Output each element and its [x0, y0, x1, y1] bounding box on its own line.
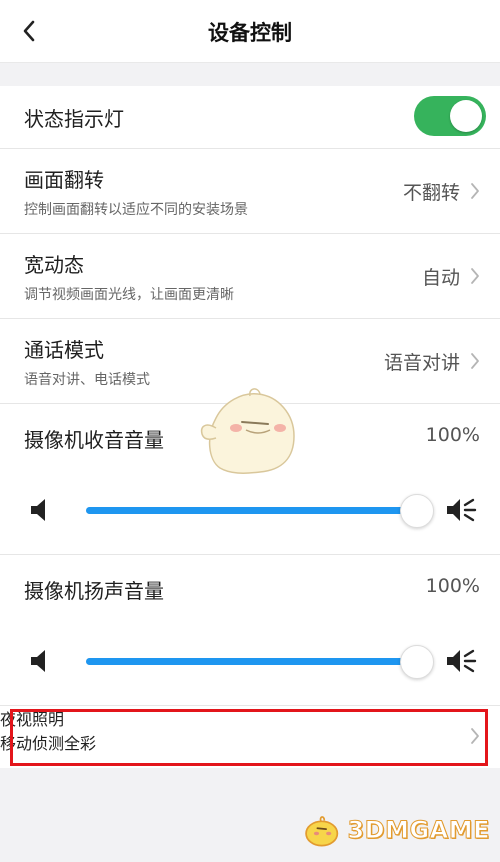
night-vision-value: 移动侦测全彩 — [0, 734, 97, 753]
status-light-row: 状态指示灯 — [0, 86, 500, 149]
speaker-high-icon — [447, 649, 477, 673]
mic-volume-label: 摄像机收音音量 — [24, 428, 164, 452]
wdr-row[interactable]: 宽动态 调节视频画面光线，让画面更清晰 自动 — [0, 234, 500, 319]
speaker-high-icon — [447, 498, 477, 522]
call-mode-label: 通话模式 — [24, 338, 104, 362]
toggle-knob — [450, 100, 482, 132]
chevron-right-icon — [471, 353, 479, 369]
mascot-icon — [200, 388, 295, 474]
call-mode-description: 语音对讲、电话模式 — [24, 372, 150, 388]
night-vision-label: 夜视照明 — [0, 710, 65, 729]
speaker-volume-value: 100% — [425, 575, 480, 597]
wdr-value: 自动 — [421, 267, 460, 289]
wdr-label: 宽动态 — [24, 253, 84, 277]
chevron-right-icon — [471, 268, 479, 284]
speaker-low-icon — [31, 499, 45, 521]
slider-thumb[interactable] — [400, 645, 434, 679]
speaker-volume-row: 摄像机扬声音量 100% — [0, 555, 500, 706]
status-light-label: 状态指示灯 — [24, 107, 124, 131]
call-mode-value: 语音对讲 — [383, 352, 460, 374]
mic-volume-slider[interactable] — [86, 494, 434, 528]
speaker-low-icon — [31, 650, 45, 672]
watermark-logo-icon — [305, 816, 339, 847]
mic-volume-value: 100% — [425, 424, 480, 446]
flip-description: 控制画面翻转以适应不同的安装场景 — [24, 202, 248, 218]
chevron-right-icon — [471, 728, 479, 744]
flip-value: 不翻转 — [402, 182, 460, 204]
slider-thumb[interactable] — [400, 494, 434, 528]
flip-label: 画面翻转 — [24, 168, 104, 192]
slider-fill — [86, 658, 416, 665]
speaker-volume-label: 摄像机扬声音量 — [24, 579, 164, 603]
status-light-toggle[interactable] — [414, 96, 486, 136]
flip-row[interactable]: 画面翻转 控制画面翻转以适应不同的安装场景 不翻转 — [0, 149, 500, 234]
wdr-description: 调节视频画面光线，让画面更清晰 — [24, 287, 234, 303]
chevron-right-icon — [471, 183, 479, 199]
night-vision-row[interactable]: 夜视照明 移动侦测全彩 — [0, 706, 500, 768]
slider-fill — [86, 507, 416, 514]
watermark-text: 3DMGAME — [347, 816, 490, 845]
watermark: 3DMGAME — [300, 806, 490, 854]
page-title: 设备控制 — [208, 21, 292, 45]
header-bar: 设备控制 — [0, 0, 500, 63]
speaker-volume-slider[interactable] — [86, 645, 434, 679]
